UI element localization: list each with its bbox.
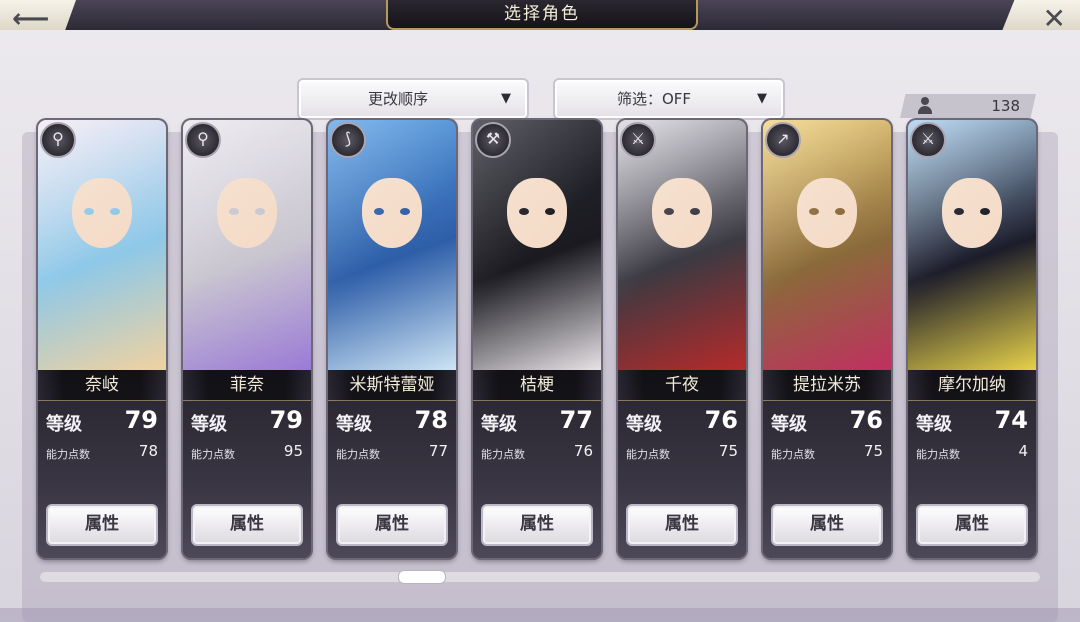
spear-icon: ↗ [765, 122, 801, 158]
axe-icon: ⚒ [475, 122, 511, 158]
character-count: 138 [900, 94, 1036, 118]
filter-dropdown[interactable]: 筛选：OFF ▼ [553, 78, 785, 120]
ability-points-value: 76 [573, 442, 593, 460]
character-name: 菲奈 [183, 370, 311, 401]
level-label: 等级 [916, 414, 952, 435]
level-value: 79 [269, 406, 303, 434]
attribute-button[interactable]: 属性 [336, 504, 448, 546]
level-value: 78 [414, 406, 448, 434]
ability-points-value: 77 [428, 442, 448, 460]
filter-dropdown-label: 筛选：OFF [616, 90, 692, 108]
attribute-button[interactable]: 属性 [481, 504, 593, 546]
level-label: 等级 [191, 414, 227, 435]
staff-icon: ⚲ [185, 122, 221, 158]
user-icon [918, 97, 932, 115]
sort-dropdown[interactable]: 更改顺序 ▼ [297, 78, 529, 120]
level-label: 等级 [481, 414, 517, 435]
sword-icon: ⚔ [910, 122, 946, 158]
level-label: 等级 [46, 414, 82, 435]
character-name: 奈岐 [38, 370, 166, 401]
attribute-button[interactable]: 属性 [771, 504, 883, 546]
character-card[interactable]: ↗ 提拉米苏 等级 76 能力点数 75 属性 [763, 120, 891, 558]
character-card[interactable]: ⚔ 千夜 等级 76 能力点数 75 属性 [618, 120, 746, 558]
character-name: 桔梗 [473, 370, 601, 401]
level-label: 等级 [336, 414, 372, 435]
ability-points-label: 能力点数 [191, 448, 235, 461]
chevron-down-icon: ▼ [757, 91, 767, 106]
character-name: 摩尔加纳 [908, 370, 1036, 401]
level-value: 77 [559, 406, 593, 434]
character-name: 米斯特蕾娅 [328, 370, 456, 401]
level-label: 等级 [626, 414, 662, 435]
ability-points-label: 能力点数 [46, 448, 90, 461]
attribute-button[interactable]: 属性 [191, 504, 303, 546]
level-value: 76 [849, 406, 883, 434]
level-label: 等级 [771, 414, 807, 435]
character-card[interactable]: ⟆ 米斯特蕾娅 等级 78 能力点数 77 属性 [328, 120, 456, 558]
chevron-down-icon: ▼ [501, 91, 511, 106]
attribute-button[interactable]: 属性 [46, 504, 158, 546]
attribute-button[interactable]: 属性 [626, 504, 738, 546]
ability-points-value: 95 [283, 442, 303, 460]
level-value: 76 [704, 406, 738, 434]
level-value: 74 [994, 406, 1028, 434]
character-card[interactable]: ⚲ 奈岐 等级 79 能力点数 78 属性 [38, 120, 166, 558]
character-count-value: 138 [991, 97, 1020, 115]
character-name: 千夜 [618, 370, 746, 401]
scrollbar-thumb[interactable] [398, 570, 446, 584]
ability-points-value: 75 [863, 442, 883, 460]
horizontal-scrollbar[interactable] [40, 572, 1040, 582]
level-value: 79 [124, 406, 158, 434]
attribute-button[interactable]: 属性 [916, 504, 1028, 546]
sword-icon: ⚔ [620, 122, 656, 158]
ability-points-label: 能力点数 [481, 448, 525, 461]
character-card[interactable]: ⚔ 摩尔加纳 等级 74 能力点数 4 属性 [908, 120, 1036, 558]
bow-icon: ⟆ [330, 122, 366, 158]
character-name: 提拉米苏 [763, 370, 891, 401]
ability-points-label: 能力点数 [771, 448, 815, 461]
character-card[interactable]: ⚲ 菲奈 等级 79 能力点数 95 属性 [183, 120, 311, 558]
staff-icon: ⚲ [40, 122, 76, 158]
ability-points-label: 能力点数 [916, 448, 960, 461]
ability-points-value: 78 [138, 442, 158, 460]
ability-points-label: 能力点数 [336, 448, 380, 461]
sort-dropdown-label: 更改顺序 [367, 90, 428, 108]
ability-points-value: 75 [718, 442, 738, 460]
page-title: 选择角色 [386, 0, 698, 30]
ability-points-label: 能力点数 [626, 448, 670, 461]
character-card[interactable]: ⚒ 桔梗 等级 77 能力点数 76 属性 [473, 120, 601, 558]
ability-points-value: 4 [1018, 442, 1028, 460]
